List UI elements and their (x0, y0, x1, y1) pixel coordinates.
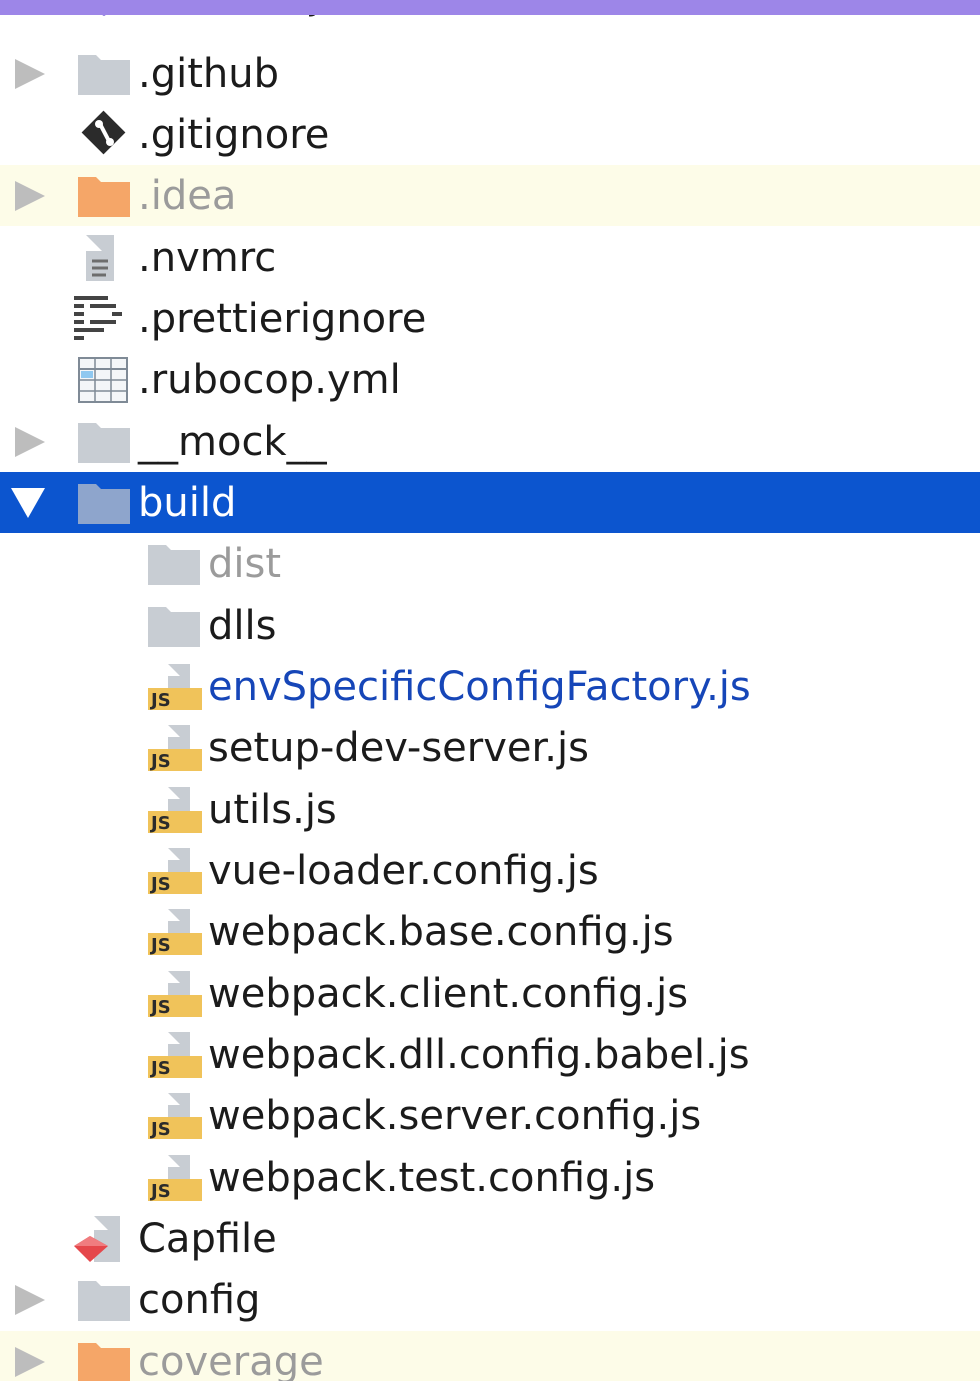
tree-item-label: webpack.server.config.js (208, 1093, 702, 1139)
tree-item-webpack-base-config-js[interactable]: JS webpack.base.config.js (0, 901, 980, 962)
text-file-icon (86, 235, 114, 281)
folder-icon (78, 423, 130, 463)
tree-item-dlls[interactable]: dlls (0, 595, 980, 656)
js-file-icon: JS (148, 787, 202, 834)
tree-item-setup-dev-server-js[interactable]: JS setup-dev-server.js (0, 717, 980, 778)
tree-item-label: __mock__ (138, 419, 327, 465)
tree-item-label: dlls (208, 603, 277, 649)
expand-arrow-icon[interactable] (15, 59, 45, 89)
tree-item-webpack-client-config-js[interactable]: JS webpack.client.config.js (0, 963, 980, 1024)
tree-item-label: envSpecificConfigFactory.js (208, 664, 751, 710)
tree-item-label: config (138, 1277, 261, 1323)
tree-item-label: utils.js (208, 787, 337, 833)
js-file-icon: JS (148, 1032, 202, 1079)
expand-arrow-icon[interactable] (15, 181, 45, 211)
tree-item-label: webpack.base.config.js (208, 909, 674, 955)
folder-icon (78, 484, 130, 524)
tree-item-label: dist (208, 541, 282, 587)
tree-item-rubocop-yml[interactable]: .rubocop.yml (0, 349, 980, 410)
svg-text:JS: JS (149, 690, 171, 711)
svg-text:JS: JS (149, 935, 171, 956)
tree-item-mock[interactable]: __mock__ (0, 411, 980, 472)
project-file-tree: .eslintrc.js .github .gitignore .idea (0, 0, 980, 1381)
capistrano-file-icon (74, 1216, 120, 1262)
expand-arrow-icon[interactable] (15, 1347, 45, 1377)
git-icon (81, 110, 126, 155)
tree-item-envspecificconfigfactory-js[interactable]: JS envSpecificConfigFactory.js (0, 656, 980, 717)
tree-item-dist[interactable]: dist (0, 533, 980, 594)
tree-item-github[interactable]: .github (0, 43, 980, 104)
js-file-icon: JS (148, 1155, 202, 1202)
window-top-accent-bar (0, 0, 980, 15)
svg-text:JS: JS (149, 751, 171, 772)
tree-item-label: .idea (138, 173, 237, 219)
tree-item-prettierignore[interactable]: .prettierignore (0, 288, 980, 349)
excluded-folder-icon (78, 1343, 130, 1381)
tree-item-capfile[interactable]: Capfile (0, 1208, 980, 1269)
tree-item-label: .nvmrc (138, 235, 277, 281)
tree-item-label: webpack.test.config.js (208, 1155, 656, 1201)
tree-item-webpack-server-config-js[interactable]: JS webpack.server.config.js (0, 1085, 980, 1146)
js-file-icon: JS (148, 1093, 202, 1140)
svg-text:JS: JS (149, 813, 171, 834)
tree-item-label: .prettierignore (138, 296, 427, 342)
svg-text:JS: JS (149, 1119, 171, 1140)
tree-item-label: setup-dev-server.js (208, 725, 589, 771)
folder-icon (78, 1281, 130, 1321)
excluded-folder-icon (78, 177, 130, 217)
expand-arrow-icon[interactable] (15, 1285, 45, 1315)
svg-text:JS: JS (149, 1058, 171, 1079)
tree-item-config[interactable]: config (0, 1269, 980, 1330)
tree-item-label: vue-loader.config.js (208, 848, 599, 894)
tree-item-label: webpack.dll.config.babel.js (208, 1032, 750, 1078)
tree-item-label: .github (138, 51, 279, 97)
tree-item-utils-js[interactable]: JS utils.js (0, 779, 980, 840)
tree-item-nvmrc[interactable]: .nvmrc (0, 227, 980, 288)
svg-text:JS: JS (149, 874, 171, 895)
tree-item-label: .gitignore (138, 112, 330, 158)
tree-item-webpack-dll-config-babel-js[interactable]: JS webpack.dll.config.babel.js (0, 1024, 980, 1085)
collapse-arrow-icon[interactable] (11, 488, 45, 518)
tree-item-gitignore[interactable]: .gitignore (0, 104, 980, 165)
js-file-icon: JS (148, 848, 202, 895)
expand-arrow-icon[interactable] (15, 427, 45, 457)
folder-icon (78, 55, 130, 95)
svg-text:JS: JS (149, 997, 171, 1018)
js-file-icon: JS (148, 725, 202, 772)
tree-item-webpack-test-config-js[interactable]: JS webpack.test.config.js (0, 1147, 980, 1208)
tree-item-vue-loader-config-js[interactable]: JS vue-loader.config.js (0, 840, 980, 901)
folder-icon (148, 545, 200, 585)
js-file-icon: JS (148, 971, 202, 1018)
tree-item-coverage[interactable]: coverage (0, 1331, 980, 1381)
tree-item-label: .rubocop.yml (138, 357, 401, 403)
tree-item-label: build (138, 480, 237, 526)
tree-item-build[interactable]: build (0, 472, 980, 533)
yaml-file-icon (78, 357, 128, 403)
js-file-icon: JS (148, 664, 202, 711)
tree-item-label: webpack.client.config.js (208, 971, 689, 1017)
tree-item-label: Capfile (138, 1216, 277, 1262)
folder-icon (148, 607, 200, 647)
svg-text:JS: JS (149, 1181, 171, 1202)
js-file-icon: JS (148, 909, 202, 956)
tree-item-idea[interactable]: .idea (0, 165, 980, 226)
prettier-icon (74, 296, 122, 340)
tree-item-label: coverage (138, 1339, 324, 1381)
